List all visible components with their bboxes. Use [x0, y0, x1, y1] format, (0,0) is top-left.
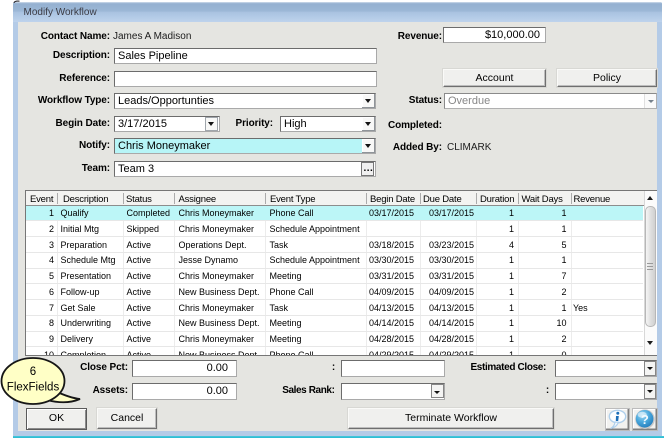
svg-text:?: ? [641, 412, 649, 427]
svg-text:FlexFields: FlexFields [7, 382, 60, 394]
svg-text:6: 6 [30, 366, 36, 378]
